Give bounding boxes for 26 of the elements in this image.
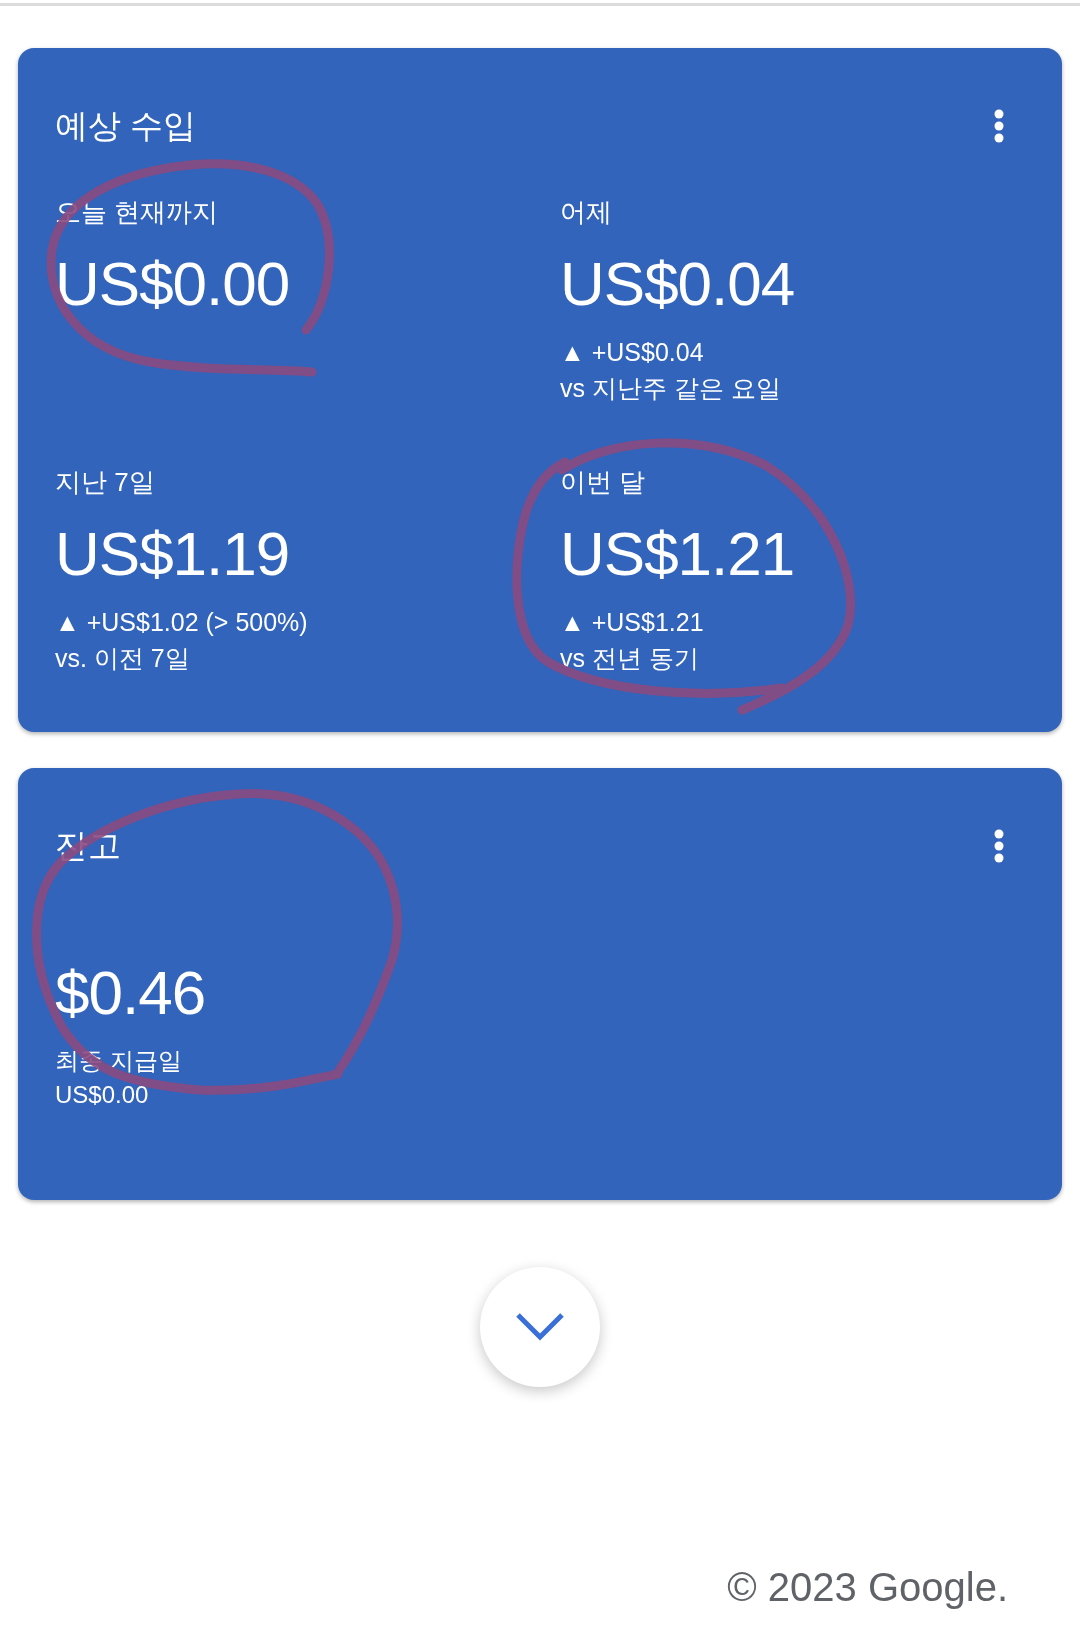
metric-amount: US$0.00 xyxy=(55,248,290,320)
metric-label: 이번 달 xyxy=(560,466,646,499)
last-payment-amount: US$0.00 xyxy=(55,1080,149,1110)
card-title: 예상 수입 xyxy=(55,106,197,146)
last-payment-label: 최종 지급일 xyxy=(55,1046,182,1076)
chevron-down-icon xyxy=(516,1313,564,1341)
balance-amount: $0.46 xyxy=(55,957,206,1029)
metric-change: ▲ +US$1.02 (> 500%) xyxy=(55,607,308,638)
metric-label: 어제 xyxy=(560,196,612,229)
metric-label: 지난 7일 xyxy=(55,466,155,499)
metric-change: ▲ +US$1.21 xyxy=(560,607,704,638)
metric-amount: US$1.19 xyxy=(55,518,290,590)
copyright-text: © 2023 Google. xyxy=(727,1564,1008,1611)
metric-amount: US$1.21 xyxy=(560,518,795,590)
metric-comparison: vs 지난주 같은 요일 xyxy=(560,373,781,404)
card-title: 잔고 xyxy=(55,826,121,866)
metric-label: 오늘 현재까지 xyxy=(55,196,219,229)
metric-comparison: vs. 이전 7일 xyxy=(55,643,190,674)
scroll-down-button[interactable] xyxy=(480,1267,600,1387)
more-options-button[interactable] xyxy=(994,109,1004,143)
metric-comparison: vs 전년 동기 xyxy=(560,643,699,674)
more-vertical-icon xyxy=(994,109,1004,143)
more-vertical-icon xyxy=(994,829,1004,863)
metric-change: ▲ +US$0.04 xyxy=(560,337,704,368)
more-options-button[interactable] xyxy=(994,829,1004,863)
metric-amount: US$0.04 xyxy=(560,248,795,320)
